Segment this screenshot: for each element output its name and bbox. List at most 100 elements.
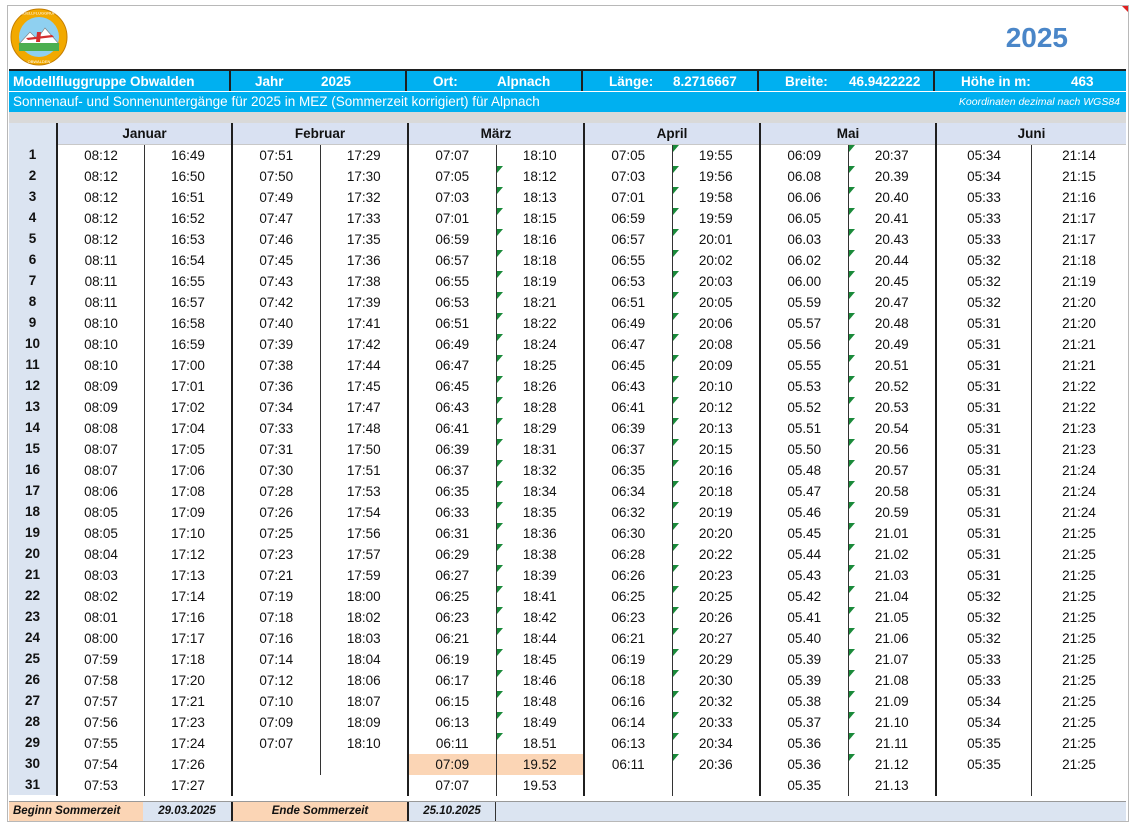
sunset-cell[interactable]: 17:45 — [321, 376, 408, 397]
sunset-cell[interactable]: 18:48 — [496, 691, 584, 712]
sunrise-cell[interactable]: 06.03 — [761, 229, 849, 250]
sunrise-cell[interactable]: 06.08 — [761, 166, 849, 187]
day-number[interactable]: 13 — [9, 396, 56, 417]
sunrise-cell[interactable]: 06:55 — [409, 271, 497, 292]
sunrise-cell[interactable]: 08:11 — [58, 292, 145, 313]
sunset-cell[interactable]: 17:36 — [321, 250, 408, 271]
sunrise-cell[interactable]: 05:31 — [937, 544, 1032, 565]
sunset-cell[interactable] — [320, 775, 407, 796]
day-number[interactable]: 27 — [9, 690, 56, 711]
sunrise-cell[interactable]: 08:06 — [58, 481, 145, 502]
sunset-cell[interactable]: 19.53 — [497, 775, 584, 796]
day-number[interactable]: 28 — [9, 711, 56, 732]
sunset-cell[interactable]: 21:25 — [1032, 733, 1126, 754]
sunrise-cell[interactable]: 07:42 — [233, 292, 321, 313]
day-number[interactable]: 24 — [9, 627, 56, 648]
sunrise-cell[interactable]: 08:04 — [58, 544, 145, 565]
sunrise-cell[interactable]: 06:31 — [409, 523, 497, 544]
sunset-cell[interactable]: 20:23 — [672, 565, 760, 586]
sunrise-cell[interactable]: 05:31 — [937, 460, 1032, 481]
sunrise-cell[interactable]: 06:37 — [585, 439, 673, 460]
sunset-cell[interactable]: 20.49 — [848, 334, 936, 355]
sunrise-cell[interactable]: 06:43 — [409, 397, 497, 418]
sunset-cell[interactable]: 20.41 — [848, 208, 936, 229]
sunrise-cell[interactable]: 07:12 — [233, 670, 321, 691]
sunrise-cell[interactable]: 08:05 — [58, 502, 145, 523]
sunset-cell[interactable]: 21:25 — [1032, 628, 1126, 649]
sunrise-cell[interactable]: 05:31 — [937, 355, 1032, 376]
sunset-cell[interactable]: 20:37 — [848, 145, 936, 166]
sunset-cell[interactable]: 21:22 — [1032, 376, 1126, 397]
sunrise-cell[interactable]: 06:57 — [585, 229, 673, 250]
sunset-cell[interactable]: 18:34 — [496, 481, 584, 502]
sunrise-cell[interactable]: 05:33 — [937, 187, 1032, 208]
sunrise-cell[interactable]: 05:32 — [937, 628, 1032, 649]
sunrise-cell[interactable]: 06:17 — [409, 670, 497, 691]
sunset-cell[interactable] — [1032, 775, 1126, 796]
sunset-cell[interactable]: 20.43 — [848, 229, 936, 250]
sunset-cell[interactable]: 16:53 — [145, 229, 231, 250]
sunrise-cell[interactable]: 05:34 — [937, 145, 1032, 166]
sunset-cell[interactable]: 17:59 — [321, 565, 408, 586]
sunset-cell[interactable]: 18:35 — [496, 502, 584, 523]
day-number[interactable]: 12 — [9, 375, 56, 396]
sunset-cell[interactable]: 20.51 — [848, 355, 936, 376]
sunset-cell[interactable]: 16:55 — [145, 271, 231, 292]
sunset-cell[interactable]: 20.56 — [848, 439, 936, 460]
sunrise-cell[interactable]: 08:12 — [58, 229, 145, 250]
sunrise-cell[interactable]: 06:49 — [409, 334, 497, 355]
sunset-cell[interactable]: 18:36 — [496, 523, 584, 544]
sunset-cell[interactable]: 21:20 — [1032, 292, 1126, 313]
sunrise-cell[interactable]: 05.41 — [761, 607, 849, 628]
sunrise-cell[interactable]: 05:31 — [937, 481, 1032, 502]
sunrise-cell[interactable]: 06:59 — [409, 229, 497, 250]
sunrise-cell[interactable]: 06:23 — [585, 607, 673, 628]
dst-begin-label[interactable]: Beginn Sommerzeit — [9, 802, 143, 821]
day-number[interactable]: 11 — [9, 354, 56, 375]
sunrise-cell[interactable]: 07:33 — [233, 418, 321, 439]
sunrise-cell[interactable]: 06:55 — [585, 250, 673, 271]
sunset-cell[interactable]: 18:38 — [496, 544, 584, 565]
dst-end-label[interactable]: Ende Sommerzeit — [231, 802, 407, 821]
sunset-cell[interactable]: 21:15 — [1032, 166, 1126, 187]
sunrise-cell[interactable]: 07:03 — [585, 166, 673, 187]
sunrise-cell[interactable]: 05.39 — [761, 670, 849, 691]
sunset-cell[interactable]: 18:32 — [496, 460, 584, 481]
sunrise-cell[interactable]: 05.39 — [761, 649, 849, 670]
sunset-cell[interactable]: 21:17 — [1032, 208, 1126, 229]
sunset-cell[interactable]: 18:06 — [321, 670, 408, 691]
sunrise-cell[interactable]: 06:13 — [409, 712, 497, 733]
month-header[interactable]: April — [585, 123, 759, 145]
sunset-cell[interactable]: 20:02 — [672, 250, 760, 271]
sunrise-cell[interactable]: 07:45 — [233, 250, 321, 271]
sunset-cell[interactable]: 20:27 — [672, 628, 760, 649]
sunset-cell[interactable]: 21:19 — [1032, 271, 1126, 292]
sunrise-cell[interactable]: 07:28 — [233, 481, 321, 502]
sunrise-cell[interactable]: 05.55 — [761, 355, 849, 376]
sunrise-cell[interactable]: 07:38 — [233, 355, 321, 376]
sunset-cell[interactable]: 20:20 — [672, 523, 760, 544]
day-number[interactable]: 26 — [9, 669, 56, 690]
sunset-cell[interactable]: 17:24 — [145, 733, 231, 754]
sunrise-cell[interactable]: 06.06 — [761, 187, 849, 208]
sunrise-cell[interactable]: 07:19 — [233, 586, 321, 607]
sunset-cell[interactable]: 20.44 — [848, 250, 936, 271]
sunrise-cell[interactable]: 08:09 — [58, 376, 145, 397]
sunset-cell[interactable]: 20:32 — [672, 691, 760, 712]
sunset-cell[interactable]: 21.11 — [848, 733, 936, 754]
sunrise-cell[interactable]: 05.53 — [761, 376, 849, 397]
sunrise-cell[interactable]: 07:07 — [233, 733, 321, 754]
sunset-cell[interactable]: 21.01 — [848, 523, 936, 544]
sunrise-cell[interactable]: 07:31 — [233, 439, 321, 460]
sunset-cell[interactable]: 16:51 — [145, 187, 231, 208]
dst-begin-date[interactable]: 29.03.2025 — [143, 802, 231, 821]
sunrise-cell[interactable]: 05.47 — [761, 481, 849, 502]
sunrise-cell[interactable]: 05.52 — [761, 397, 849, 418]
sunrise-cell[interactable]: 05:31 — [937, 418, 1032, 439]
sunset-cell[interactable]: 17:08 — [145, 481, 231, 502]
sunset-cell[interactable]: 20:25 — [672, 586, 760, 607]
sunset-cell[interactable]: 21:21 — [1032, 355, 1126, 376]
sunset-cell[interactable]: 20:34 — [672, 733, 760, 754]
sunrise-cell[interactable]: 06:21 — [585, 628, 673, 649]
sunset-cell[interactable]: 17:54 — [321, 502, 408, 523]
